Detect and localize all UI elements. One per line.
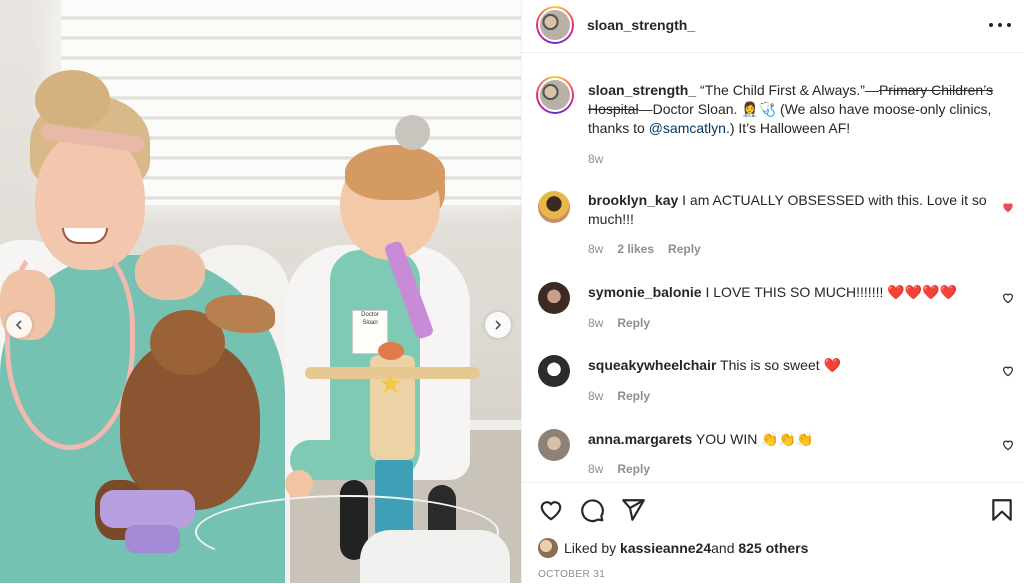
chevron-left-icon bbox=[15, 320, 22, 330]
comment-meta: 8w Reply bbox=[588, 389, 651, 403]
liker-username[interactable]: kassieanne24 bbox=[620, 540, 711, 556]
list-item: symonie_balonie I LOVE THIS SO MUCH!!!!!… bbox=[588, 284, 957, 300]
heart-icon[interactable] bbox=[538, 497, 564, 523]
caption-avatar[interactable] bbox=[536, 76, 574, 114]
more-icon bbox=[989, 23, 993, 27]
avatar[interactable] bbox=[536, 6, 574, 44]
reply-button[interactable]: Reply bbox=[617, 462, 650, 476]
comment-username[interactable]: symonie_balonie bbox=[588, 284, 702, 300]
post-date[interactable]: OCTOBER 31 bbox=[538, 569, 605, 580]
commenter-avatar[interactable] bbox=[538, 191, 570, 223]
comment-username[interactable]: squeakywheelchair bbox=[588, 357, 716, 373]
bookmark-icon[interactable] bbox=[989, 497, 1015, 523]
post-photo[interactable]: Doctor Sloan ★ bbox=[0, 0, 521, 583]
heart-icon[interactable] bbox=[1001, 364, 1015, 378]
comment-meta: 8w Reply bbox=[588, 316, 651, 330]
heart-icon[interactable] bbox=[1001, 438, 1015, 452]
likes-summary: Liked by kassieanne24 and 825 others bbox=[538, 538, 808, 558]
mention-link[interactable]: @samcatlyn bbox=[649, 120, 726, 136]
heart-icon[interactable] bbox=[1001, 291, 1015, 305]
comment-meta: 8w 2 likes Reply bbox=[588, 242, 701, 256]
comment-likes-count[interactable]: 2 likes bbox=[617, 242, 654, 256]
caption-time[interactable]: 8w bbox=[588, 152, 603, 166]
caption: sloan_strength_ “The Child First & Alway… bbox=[588, 82, 994, 136]
reply-button[interactable]: Reply bbox=[617, 389, 650, 403]
next-photo-button[interactable] bbox=[485, 312, 511, 338]
comment-username[interactable]: brooklyn_kay bbox=[588, 192, 678, 208]
reply-button[interactable]: Reply bbox=[668, 242, 701, 256]
comments-list[interactable]: sloan_strength_ “The Child First & Alway… bbox=[522, 52, 1024, 482]
commenter-avatar[interactable] bbox=[538, 282, 570, 314]
comment-meta: 8w Reply bbox=[588, 462, 651, 476]
post-side-panel: sloan_strength_ sloan_strength_ “The Chi… bbox=[521, 0, 1024, 583]
reply-button[interactable]: Reply bbox=[617, 316, 650, 330]
list-item: squeakywheelchair This is so sweet ❤️ bbox=[588, 357, 841, 373]
likes-count[interactable]: 825 others bbox=[738, 540, 808, 556]
comment-username[interactable]: anna.margarets bbox=[588, 431, 692, 447]
post-header: sloan_strength_ bbox=[522, 0, 1024, 53]
more-options-button[interactable] bbox=[989, 14, 1011, 36]
list-item: anna.margarets YOU WIN 👏👏👏 bbox=[588, 431, 814, 447]
avatar[interactable] bbox=[538, 538, 558, 558]
star-decal: ★ bbox=[378, 368, 404, 399]
commenter-avatar[interactable] bbox=[538, 429, 570, 461]
list-item: brooklyn_kay I am ACTUALLY OBSESSED with… bbox=[588, 192, 987, 227]
caption-username[interactable]: sloan_strength_ bbox=[588, 82, 696, 98]
previous-photo-button[interactable] bbox=[6, 312, 32, 338]
author-username[interactable]: sloan_strength_ bbox=[587, 17, 695, 33]
chevron-right-icon bbox=[495, 320, 502, 330]
share-icon[interactable] bbox=[620, 497, 646, 523]
comment-icon[interactable] bbox=[579, 497, 605, 523]
post-actions: Liked by kassieanne24 and 825 others OCT… bbox=[522, 482, 1024, 584]
commenter-avatar[interactable] bbox=[538, 355, 570, 387]
heart-icon[interactable] bbox=[1001, 200, 1015, 214]
